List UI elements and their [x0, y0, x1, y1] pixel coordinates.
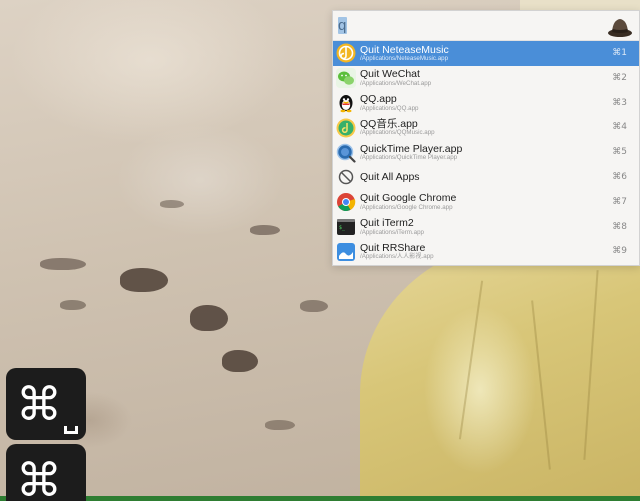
result-item[interactable]: Quit WeChat /Applications/WeChat.app ⌘2	[333, 66, 639, 91]
rrshare-icon	[336, 242, 356, 262]
wallpaper-stone	[250, 225, 280, 235]
wallpaper-stone	[222, 350, 258, 372]
result-path: /Applications/iTerm.app	[360, 228, 424, 236]
result-shortcut: ⌘2	[612, 72, 627, 83]
result-path: /Applications/WeChat.app	[360, 79, 432, 87]
wallpaper-stone	[265, 420, 295, 430]
alfred-hat-icon[interactable]	[607, 14, 633, 38]
wallpaper-stone	[60, 300, 86, 310]
space-key-icon	[64, 426, 78, 434]
result-item[interactable]: Quit Google Chrome /Applications/Google …	[333, 190, 639, 215]
wallpaper-stone	[300, 300, 328, 312]
result-title: QQ音乐.app	[360, 117, 418, 130]
command-key-icon: ⌘	[16, 453, 62, 501]
result-shortcut: ⌘8	[612, 221, 627, 232]
keystroke-indicator: ⌘	[6, 444, 86, 501]
result-path: /Applications/NeteaseMusic.app	[360, 55, 449, 63]
result-shortcut: ⌘4	[612, 122, 627, 133]
result-shortcut: ⌘3	[612, 97, 627, 108]
result-title: Quit Google Chrome	[360, 192, 457, 205]
result-shortcut: ⌘6	[612, 171, 627, 182]
wallpaper-stone	[160, 200, 184, 208]
result-path: /Applications/人人影视.app	[360, 253, 434, 261]
result-shortcut: ⌘1	[612, 48, 627, 58]
result-item[interactable]: QQ.app /Applications/QQ.app ⌘3	[333, 91, 639, 116]
wallpaper-bottom-strip	[0, 496, 640, 501]
result-title: Quit NeteaseMusic	[360, 43, 449, 56]
result-title: QuickTime Player.app	[360, 142, 463, 155]
wallpaper-stone	[190, 305, 228, 331]
quicktime-icon	[336, 143, 356, 163]
result-title: Quit RRShare	[360, 241, 426, 254]
qq-penguin-icon	[336, 93, 356, 113]
result-shortcut: ⌘7	[612, 196, 627, 207]
results-list: Quit NeteaseMusic /Applications/NeteaseM…	[333, 41, 639, 264]
result-item[interactable]: $_ Quit iTerm2 /Applications/iTerm.app ⌘…	[333, 215, 639, 240]
result-item[interactable]: Quit RRShare /Applications/人人影视.app ⌘9	[333, 239, 639, 264]
result-item[interactable]: Quit NeteaseMusic /Applications/NeteaseM…	[333, 41, 639, 66]
result-path: /Applications/Google Chrome.app	[360, 203, 453, 211]
search-input[interactable]	[338, 13, 568, 38]
result-title: Quit All Apps	[360, 171, 420, 184]
result-path: /Applications/QQMusic.app	[360, 129, 435, 137]
result-item[interactable]: QuickTime Player.app /Applications/Quick…	[333, 140, 639, 165]
text-cursor	[338, 17, 347, 34]
wallpaper-stone	[40, 258, 86, 270]
command-key-icon: ⌘	[16, 377, 62, 431]
result-item[interactable]: QQ音乐.app /Applications/QQMusic.app ⌘4	[333, 115, 639, 140]
wechat-icon	[336, 68, 356, 89]
result-path: /Applications/QQ.app	[360, 104, 419, 112]
iterm-icon: $_	[336, 217, 356, 237]
result-title: Quit iTerm2	[360, 217, 414, 230]
qq-music-icon	[336, 118, 356, 138]
result-title: QQ.app	[360, 93, 397, 106]
result-path: /Applications/QuickTime Player.app	[360, 154, 458, 162]
netease-music-icon	[336, 43, 356, 63]
result-shortcut: ⌘9	[612, 246, 627, 257]
search-bar	[333, 11, 639, 41]
chrome-icon	[336, 192, 356, 212]
prohibited-icon	[336, 167, 356, 187]
result-shortcut: ⌘5	[612, 147, 627, 158]
svg-text:$_: $_	[339, 225, 346, 231]
keystroke-indicator: ⌘	[6, 368, 86, 440]
result-item[interactable]: Quit All Apps ⌘6	[333, 165, 639, 190]
wallpaper-stone	[120, 268, 168, 292]
launcher-window: Quit NeteaseMusic /Applications/NeteaseM…	[332, 10, 640, 266]
result-title: Quit WeChat	[360, 68, 420, 81]
